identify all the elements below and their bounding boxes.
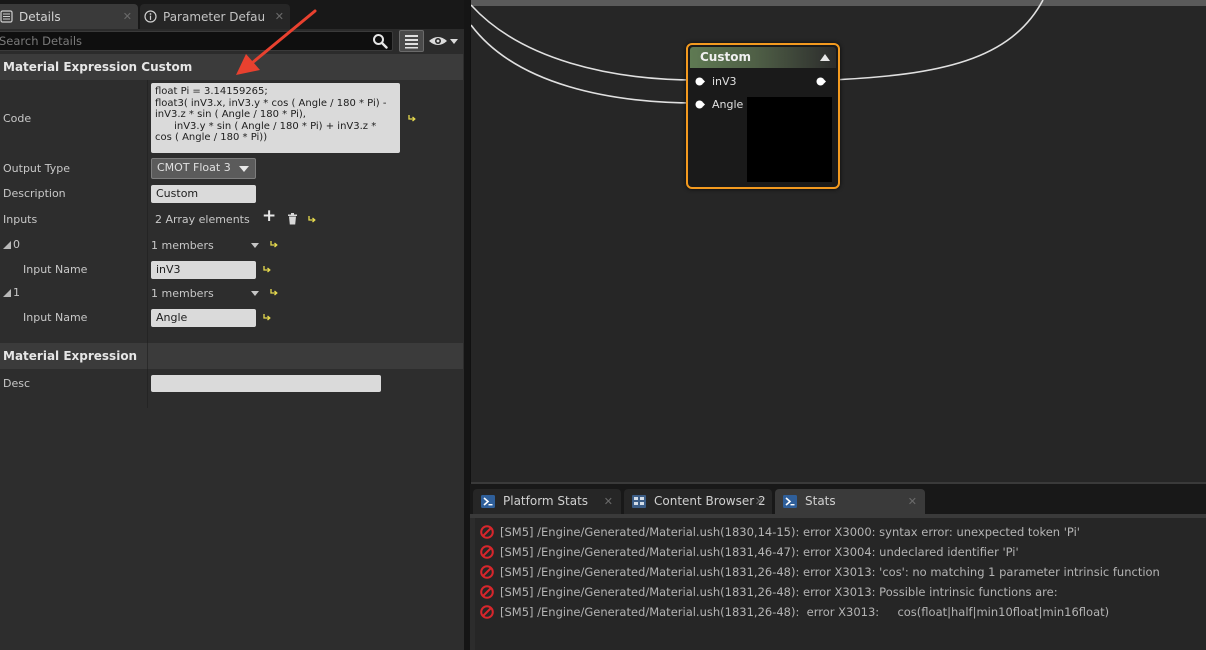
trash-icon[interactable] [287,213,298,225]
error-icon [480,545,494,559]
input-name-field-0[interactable]: inV3 [151,261,256,279]
search-row [0,29,464,54]
column-divider [147,343,148,369]
add-element-icon[interactable]: + [262,206,276,226]
tab-stats[interactable]: Stats ✕ [775,489,925,514]
error-icon [480,585,494,599]
reset-arrow-icon[interactable] [407,113,417,123]
reset-arrow-icon[interactable] [262,312,272,322]
search-box[interactable] [0,31,393,51]
close-icon[interactable]: ✕ [604,489,613,514]
material-graph[interactable]: Custom inV3 Angle [470,0,1206,484]
wire-inv3 [471,4,698,81]
log-error-text: [SM5] /Engine/Generated/Material.ush(183… [500,545,1019,559]
log-error-text: [SM5] /Engine/Generated/Material.ush(183… [500,525,1080,539]
powershell-icon [481,495,495,508]
log-error-text: [SM5] /Engine/Generated/Material.ush(183… [500,585,1058,599]
code-label: Code [3,112,32,125]
node-preview [747,97,832,182]
reset-arrow-icon[interactable] [269,239,279,249]
tab-stats-label: Stats [805,494,836,508]
tab-parameter-defaults-label: Parameter Defaults [163,9,266,24]
inputs-count: 2 Array elements [155,213,250,226]
close-icon[interactable]: ✕ [123,10,132,23]
log-error-text: [SM5] /Engine/Generated/Material.ush(183… [500,605,1110,619]
log-tab-strip: Platform Stats ✕ Content Browser 2 ✕ Sta… [470,484,1206,514]
inputs-label: Inputs [3,213,38,226]
tab-platform-stats[interactable]: Platform Stats ✕ [473,489,621,514]
tab-details-label: Details [19,9,61,24]
list-view-button[interactable] [399,30,424,52]
close-icon[interactable]: ✕ [755,489,764,514]
details-tab-strip: Details ✕ Parameter Defaults ✕ [0,0,464,29]
custom-expression-node[interactable]: Custom inV3 Angle [686,43,840,189]
node-header[interactable]: Custom [690,47,836,68]
error-icon [480,525,494,539]
output-pin-icon[interactable] [816,77,826,86]
output-type-dropdown[interactable]: CMOT Float 3 [151,158,256,179]
expand-triangle-icon[interactable] [3,241,11,249]
error-icon [480,605,494,619]
wire-output [830,0,1044,81]
desc-field[interactable] [151,375,381,392]
category-title: Material Expression Custom [3,60,193,74]
input-pin-icon[interactable] [695,100,705,109]
desc-label: Desc [3,377,31,390]
input-pin-icon[interactable] [695,77,705,86]
category-title: Material Expression [3,349,138,363]
array-index-0: 0 [13,238,20,251]
expand-triangle-icon[interactable] [3,289,11,297]
input-name-label-0: Input Name [23,263,88,276]
input-pin-label-angle: Angle [712,98,744,111]
message-log-panel: Platform Stats ✕ Content Browser 2 ✕ Sta… [470,484,1206,650]
category-material-expression[interactable]: Material Expression [0,343,463,369]
wire-angle [471,24,698,104]
view-options-button[interactable] [428,33,460,49]
eye-icon [429,37,458,45]
reset-arrow-icon[interactable] [269,287,279,297]
reset-arrow-icon[interactable] [307,214,317,224]
description-field[interactable]: Custom [151,185,256,203]
chevron-down-icon [239,166,249,172]
tab-details[interactable]: Details ✕ [0,4,138,29]
input-pin-label-inv3: inV3 [712,75,737,88]
search-input[interactable] [0,32,369,50]
chevron-down-icon[interactable] [251,243,259,248]
output-type-label: Output Type [3,162,70,175]
chevron-down-icon[interactable] [251,291,259,296]
details-panel: Details ✕ Parameter Defaults ✕ [0,0,464,650]
log-message-list[interactable]: [SM5] /Engine/Generated/Material.ush(183… [475,518,1206,650]
search-icon[interactable] [372,33,388,49]
tab-platform-stats-label: Platform Stats [503,494,589,508]
info-icon [144,10,157,23]
input-name-field-1[interactable]: Angle [151,309,256,327]
error-icon [480,565,494,579]
close-icon[interactable]: ✕ [275,10,284,23]
input-name-label-1: Input Name [23,311,88,324]
members-count-1: 1 members [151,287,214,300]
description-label: Description [3,187,66,200]
members-count-0: 1 members [151,239,214,252]
list-view-icon [405,35,418,49]
details-icon [0,10,13,23]
array-index-1: 1 [13,286,20,299]
node-title: Custom [700,50,751,64]
content-browser-icon [632,495,646,508]
output-type-value: CMOT Float 3 [157,161,231,174]
collapse-arrow-icon[interactable] [820,54,830,61]
tab-parameter-defaults[interactable]: Parameter Defaults ✕ [140,4,290,29]
tab-content-browser-2-label: Content Browser 2 [654,494,766,508]
close-icon[interactable]: ✕ [908,489,917,514]
property-list: Material Expression Custom Code float Pi… [0,54,464,650]
powershell-icon [783,495,797,508]
code-textbox[interactable]: float Pi = 3.14159265; float3( inV3.x, i… [151,83,400,153]
reset-arrow-icon[interactable] [262,264,272,274]
log-error-text: [SM5] /Engine/Generated/Material.ush(183… [500,565,1160,579]
category-material-expression-custom[interactable]: Material Expression Custom [0,54,463,80]
tab-content-browser-2[interactable]: Content Browser 2 ✕ [624,489,772,514]
